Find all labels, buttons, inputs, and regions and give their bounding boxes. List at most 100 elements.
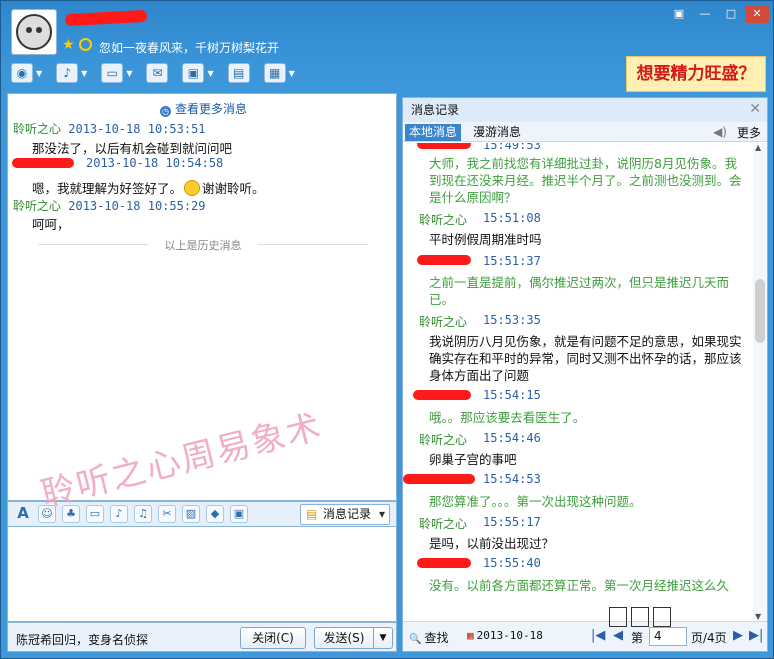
nudge-icon[interactable]: ▭ — [86, 505, 104, 523]
message-text: 我说阴历八月见伤象，就是有问题不足的意思，如果现实确实存在和平时的异常，同时又测… — [429, 334, 742, 383]
scroll-down-icon[interactable]: ▼ — [755, 612, 761, 621]
send-options-dropdown[interactable]: ▼ — [373, 627, 393, 649]
close-window-button[interactable]: ✕ — [745, 5, 769, 23]
message-time: 15:55:17 — [483, 515, 541, 529]
more-messages-label: 查看更多消息 — [175, 102, 248, 116]
sender-name: 聆听之心 — [419, 517, 468, 531]
redacted-sender-name — [413, 390, 471, 400]
news-ticker[interactable]: 陈冠希回归，变身名侦探 — [16, 631, 148, 648]
message-time: 15:54:15 — [483, 388, 541, 402]
history-panel-title: 消息记录 — [403, 98, 767, 122]
chevron-down-icon: ▼ — [379, 633, 387, 643]
skin-button[interactable]: ▣ — [667, 5, 691, 23]
font-icon[interactable]: A — [14, 505, 32, 523]
box — [653, 607, 671, 627]
chevron-down-icon: ▼ — [126, 68, 133, 78]
sender-name: 聆听之心 — [13, 199, 62, 213]
message-text: 那您算准了。。。第一次出现这种问题。 — [429, 494, 642, 509]
message-text: 那没法了，以后有机会碰到就问问吧 — [32, 141, 233, 156]
speaker-icon[interactable]: ◀) — [713, 125, 727, 139]
message-time: 15:49:53 — [483, 143, 541, 152]
chevron-down-icon: ▼ — [81, 68, 88, 78]
close-button[interactable]: 关闭(C) — [240, 627, 306, 649]
message-time: 2013-10-18 10:55:29 — [68, 199, 206, 213]
voice-message-icon[interactable]: ♪ — [110, 505, 128, 523]
file-transfer-button[interactable]: ▭ ▼ — [101, 63, 132, 83]
video-call-button[interactable]: ◉ ▼ — [11, 63, 42, 83]
message-time: 15:55:40 — [483, 556, 541, 570]
message-text-part: 谢谢聆听。 — [202, 181, 265, 196]
message-time: 15:54:53 — [483, 472, 541, 486]
message-time: 15:54:46 — [483, 431, 541, 445]
scroll-thumb[interactable] — [755, 279, 765, 343]
date-picker[interactable]: 2013-10-18 — [467, 629, 543, 642]
message-input[interactable] — [7, 527, 397, 622]
message-text-part: 嗯，我就理解为好签好了。 — [32, 181, 183, 196]
next-page-icon[interactable]: ▶ — [733, 628, 743, 643]
image-icon[interactable]: ▨ — [182, 505, 200, 523]
maximize-button[interactable]: □ — [719, 5, 743, 23]
message-time: 2013-10-18 10:54:58 — [86, 156, 224, 170]
sender-name: 聆听之心 — [419, 433, 468, 447]
redacted-sender-name — [12, 158, 74, 168]
placeholder-boxes — [609, 607, 671, 627]
sms-button[interactable]: ✉ — [146, 63, 169, 83]
app-share-button[interactable]: ▤ — [227, 63, 250, 83]
message-text: 之前一直是提前，偶尔推迟过两次，但只是推迟几天而已。 — [429, 275, 730, 307]
window-controls: ▣ — □ ✕ — [667, 5, 769, 23]
prev-page-icon[interactable]: ◀ — [613, 628, 623, 643]
more-tools-icon[interactable]: ▣ — [230, 505, 248, 523]
chat-toolbar: ◉ ▼ ♪ ▼ ▭ ▼ ✉ ▣ ▼ ▤ ▦ ▼ — [11, 63, 295, 83]
redacted-sender-name — [417, 558, 471, 568]
remote-assist-button[interactable]: ▣ ▼ — [182, 63, 214, 83]
music-icon[interactable]: ♫ — [134, 505, 152, 523]
sender-name: 聆听之心 — [13, 122, 62, 136]
minimize-button[interactable]: — — [693, 5, 717, 23]
send-button[interactable]: 发送(S) — [314, 627, 374, 649]
more-messages-link[interactable]: ◷ 查看更多消息 — [160, 100, 247, 117]
last-page-icon[interactable]: ▶| — [749, 628, 763, 643]
apps-button[interactable]: ▦ ▼ — [263, 63, 295, 83]
star-icon[interactable]: ★ — [62, 37, 75, 53]
first-page-icon[interactable]: |◀ — [591, 628, 605, 643]
box — [631, 607, 649, 627]
chat-window: ★ 忽如一夜春风来，千树万树梨花开 ▣ — □ ✕ ◉ ▼ ♪ ▼ ▭ ▼ ✉ ▣ ▼ … — [0, 0, 774, 659]
history-scrollbar[interactable]: ▲ ▼ — [753, 143, 767, 621]
message-text: 卵巢子宫的事吧 — [429, 452, 517, 467]
page-input[interactable]: 4 — [649, 627, 687, 646]
message-time: 2013-10-18 10:53:51 — [68, 122, 206, 136]
history-panel: 消息记录 ✕ 本地消息 漫游消息 ◀) 更多 15:49:53 大师，我之前找您… — [402, 97, 768, 652]
sms-icon: ✉ — [146, 63, 169, 83]
bottom-bar: 陈冠希回归，变身名侦探 关闭(C) 发送(S) ▼ — [7, 622, 397, 652]
voice-call-button[interactable]: ♪ ▼ — [56, 63, 87, 83]
history-footer: 查找 2013-10-18 |◀ ◀ 第 4 页/4页 ▶ ▶| — [403, 621, 767, 651]
message-header: 2013-10-18 10:54:58 — [86, 156, 223, 170]
app-share-icon: ▤ — [227, 63, 250, 83]
close-icon[interactable]: ✕ — [749, 101, 761, 117]
find-button[interactable]: 查找 — [409, 629, 448, 646]
sender-name: 聆听之心 — [419, 213, 468, 227]
message-header: 聆听之心 2013-10-18 10:53:51 — [13, 120, 206, 137]
redacted-nickname — [64, 9, 148, 27]
page-label: 第 — [631, 631, 644, 645]
screenshot-icon[interactable]: ✂ — [158, 505, 176, 523]
message-time: 15:51:08 — [483, 211, 541, 225]
message-text: 大师，我之前找您有详细批过卦，说阴历8月见伤象。我到现在还没来月经。推迟半个月了… — [429, 156, 742, 205]
avatar[interactable] — [11, 9, 57, 55]
redacted-sender-name — [417, 143, 471, 149]
ad-banner[interactable]: 想要精力旺盛？ — [626, 56, 766, 92]
message-text: 呵呵， — [32, 217, 70, 232]
tab-local-messages[interactable]: 本地消息 — [405, 124, 462, 141]
video-call-icon: ◉ — [11, 63, 33, 83]
tab-roaming-messages[interactable]: 漫游消息 — [469, 124, 525, 141]
gift-icon[interactable]: ◆ — [206, 505, 224, 523]
qzone-icon[interactable] — [79, 38, 92, 51]
chevron-down-icon: ▼ — [288, 68, 295, 78]
message-time: 15:53:35 — [483, 313, 541, 327]
message-time: 15:51:37 — [483, 254, 541, 268]
message-text: 哦。。那应该要去看医生了。 — [429, 410, 586, 425]
more-button[interactable]: 更多 — [737, 124, 761, 141]
message-text: 嗯，我就理解为好签好了。 谢谢聆听。 — [32, 178, 265, 197]
message-history-button[interactable]: 消息记录 — [300, 504, 390, 525]
scroll-up-icon[interactable]: ▲ — [755, 143, 761, 152]
